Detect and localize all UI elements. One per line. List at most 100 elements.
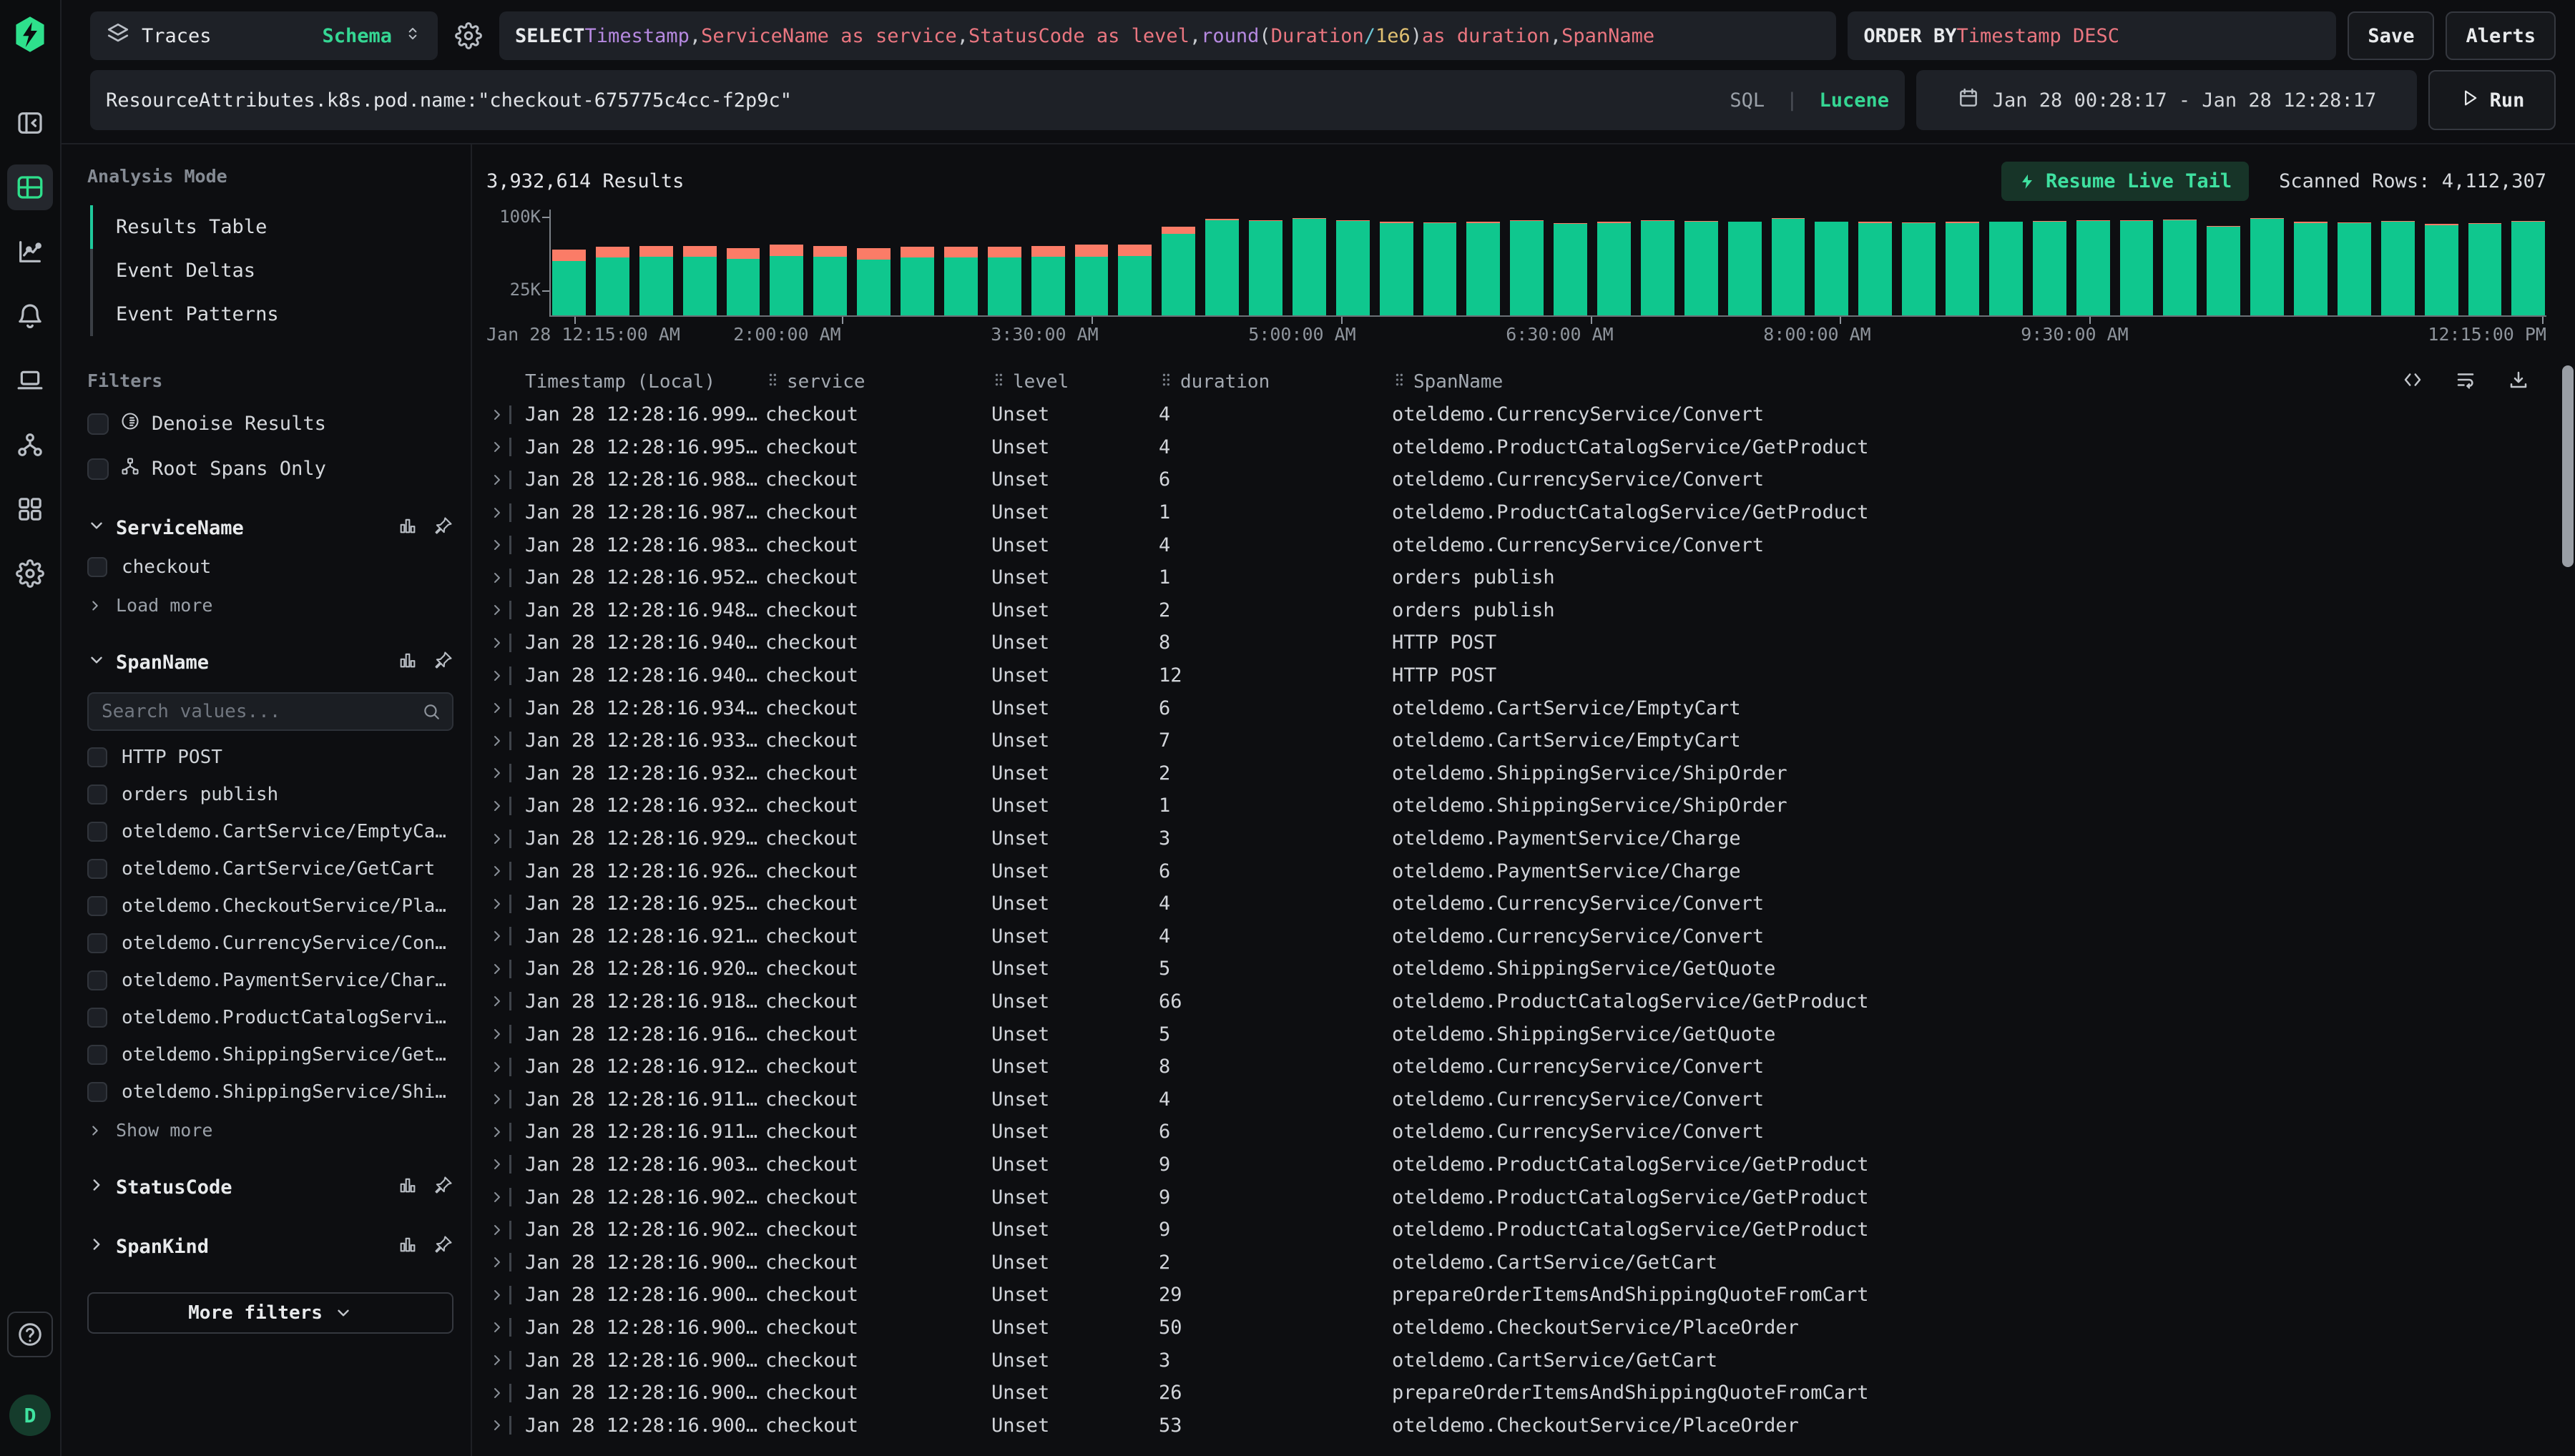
grip-icon[interactable] bbox=[1159, 371, 1173, 393]
date-range-picker[interactable]: Jan 28 00:28:17 - Jan 28 12:28:17 bbox=[1916, 70, 2417, 130]
save-button[interactable]: Save bbox=[2348, 11, 2434, 60]
facet-value-row[interactable]: oteldemo.ShippingService/Shi… bbox=[87, 1081, 453, 1103]
chevron-right-icon[interactable] bbox=[87, 1235, 106, 1259]
expand-row-icon[interactable] bbox=[485, 732, 509, 749]
facet-search[interactable] bbox=[87, 692, 453, 731]
expand-row-icon[interactable] bbox=[485, 1384, 509, 1402]
histogram-bar[interactable] bbox=[2294, 222, 2328, 315]
table-row[interactable]: Jan 28 12:28:16.916 PMcheckoutUnset5otel… bbox=[485, 1018, 2554, 1051]
histogram-bar[interactable] bbox=[1728, 222, 1762, 315]
histogram-bar[interactable] bbox=[1641, 220, 1674, 315]
wrap-lines-icon[interactable] bbox=[2455, 369, 2476, 395]
mode-sql[interactable]: SQL bbox=[1730, 89, 1765, 112]
analysis-mode-item[interactable]: Results Table bbox=[93, 205, 453, 249]
histogram-bar[interactable] bbox=[1118, 245, 1152, 315]
hyperdx-logo[interactable] bbox=[7, 11, 53, 57]
expand-row-icon[interactable] bbox=[485, 1254, 509, 1271]
table-row[interactable]: Jan 28 12:28:16.918 PMcheckoutUnset66ote… bbox=[485, 985, 2554, 1018]
histogram-bar[interactable] bbox=[813, 246, 847, 315]
chevron-right-icon[interactable] bbox=[87, 1176, 106, 1199]
column-chart-icon[interactable] bbox=[398, 650, 418, 675]
checkbox[interactable] bbox=[87, 859, 107, 879]
table-row[interactable]: Jan 28 12:28:16.948 PMcheckoutUnset2orde… bbox=[485, 594, 2554, 627]
load-more-link[interactable]: Load more bbox=[87, 595, 453, 616]
histogram-bar[interactable] bbox=[1858, 222, 1892, 315]
table-row[interactable]: Jan 28 12:28:16.900 PMcheckoutUnset50ote… bbox=[485, 1312, 2554, 1344]
expand-row-icon[interactable] bbox=[485, 1025, 509, 1043]
expand-row-icon[interactable] bbox=[485, 471, 509, 488]
checkbox[interactable] bbox=[87, 557, 107, 577]
expand-row-icon[interactable] bbox=[485, 797, 509, 815]
table-row[interactable]: Jan 28 12:28:16.900 PMcheckoutUnset29pre… bbox=[485, 1279, 2554, 1312]
schema-link[interactable]: Schema bbox=[322, 25, 392, 47]
expand-row-icon[interactable] bbox=[485, 569, 509, 586]
facet-value-row[interactable]: oteldemo.CartService/GetCart bbox=[87, 858, 453, 880]
table-row[interactable]: Jan 28 12:28:16.995 PMcheckoutUnset4otel… bbox=[485, 431, 2554, 464]
histogram-bar[interactable] bbox=[1989, 222, 2023, 315]
expand-row-icon[interactable] bbox=[485, 895, 509, 913]
checkbox[interactable] bbox=[87, 458, 109, 480]
expand-row-icon[interactable] bbox=[485, 1156, 509, 1173]
more-filters-button[interactable]: More filters bbox=[87, 1292, 453, 1334]
checkbox[interactable] bbox=[87, 747, 107, 767]
histogram-bar[interactable] bbox=[1554, 223, 1587, 315]
source-select[interactable]: Traces Schema bbox=[90, 11, 438, 60]
facet-search-input[interactable] bbox=[100, 700, 413, 723]
histogram-bar[interactable] bbox=[2338, 222, 2371, 315]
histogram-bar[interactable] bbox=[944, 247, 978, 315]
checkbox[interactable] bbox=[87, 933, 107, 953]
histogram-bar[interactable] bbox=[1902, 222, 1936, 315]
expand-row-icon[interactable] bbox=[485, 830, 509, 847]
checkbox[interactable] bbox=[87, 784, 107, 805]
table-row[interactable]: Jan 28 12:28:16.902 PMcheckoutUnset9otel… bbox=[485, 1214, 2554, 1246]
column-chart-icon[interactable] bbox=[398, 1175, 418, 1200]
histogram-bar[interactable] bbox=[2120, 220, 2154, 315]
facet-header[interactable]: SpanKind bbox=[87, 1234, 453, 1259]
grip-icon[interactable] bbox=[991, 371, 1006, 393]
table-row[interactable]: Jan 28 12:28:16.987 PMcheckoutUnset1otel… bbox=[485, 496, 2554, 529]
table-row[interactable]: Jan 28 12:28:16.911 PMcheckoutUnset6otel… bbox=[485, 1116, 2554, 1148]
facet-value-row[interactable]: orders publish bbox=[87, 784, 453, 805]
expand-row-icon[interactable] bbox=[485, 1189, 509, 1206]
histogram-bar[interactable] bbox=[1075, 245, 1109, 315]
histogram-bar[interactable] bbox=[683, 246, 717, 315]
facet-header[interactable]: StatusCode bbox=[87, 1175, 453, 1200]
expand-row-icon[interactable] bbox=[485, 1287, 509, 1304]
expand-row-icon[interactable] bbox=[485, 960, 509, 978]
facet-value-row[interactable]: oteldemo.CurrencyService/Con… bbox=[87, 933, 453, 954]
checkbox[interactable] bbox=[87, 413, 109, 435]
facet-value-row[interactable]: oteldemo.CartService/EmptyCa… bbox=[87, 821, 453, 842]
resume-live-tail-button[interactable]: Resume Live Tail bbox=[2001, 162, 2249, 201]
expand-row-icon[interactable] bbox=[485, 536, 509, 554]
pin-icon[interactable] bbox=[433, 516, 453, 541]
expand-row-icon[interactable] bbox=[485, 438, 509, 456]
column-header-service[interactable]: service bbox=[765, 371, 991, 393]
table-row[interactable]: Jan 28 12:28:16.921 PMcheckoutUnset4otel… bbox=[485, 920, 2554, 953]
table-row[interactable]: Jan 28 12:28:16.940 PMcheckoutUnset8HTTP… bbox=[485, 626, 2554, 659]
expand-row-icon[interactable] bbox=[485, 1221, 509, 1239]
table-row[interactable]: Jan 28 12:28:16.934 PMcheckoutUnset6otel… bbox=[485, 692, 2554, 724]
histogram-bar[interactable] bbox=[2076, 220, 2110, 315]
table-row[interactable]: Jan 28 12:28:16.929 PMcheckoutUnset3otel… bbox=[485, 822, 2554, 855]
histogram-bar[interactable] bbox=[988, 247, 1021, 315]
expand-row-icon[interactable] bbox=[485, 1091, 509, 1108]
pin-icon[interactable] bbox=[433, 1234, 453, 1259]
column-chart-icon[interactable] bbox=[398, 1234, 418, 1259]
histogram-bar[interactable] bbox=[727, 248, 760, 316]
select-clause-input[interactable]: SELECT Timestamp, ServiceName as service… bbox=[499, 11, 1836, 60]
nav-alerts-bell-icon[interactable] bbox=[7, 293, 53, 339]
table-row[interactable]: Jan 28 12:28:16.925 PMcheckoutUnset4otel… bbox=[485, 887, 2554, 920]
histogram-bar[interactable] bbox=[1815, 222, 1848, 315]
expand-row-icon[interactable] bbox=[485, 634, 509, 651]
histogram-bar[interactable] bbox=[1205, 219, 1239, 315]
histogram-bar[interactable] bbox=[1510, 220, 1544, 315]
nav-settings-gear-icon[interactable] bbox=[7, 551, 53, 596]
expand-row-icon[interactable] bbox=[485, 406, 509, 423]
pin-icon[interactable] bbox=[433, 1175, 453, 1200]
facet-value-row[interactable]: oteldemo.ProductCatalogServi… bbox=[87, 1007, 453, 1028]
histogram-bar[interactable] bbox=[639, 246, 673, 315]
grip-icon[interactable] bbox=[765, 371, 780, 393]
table-row[interactable]: Jan 28 12:28:16.933 PMcheckoutUnset7otel… bbox=[485, 724, 2554, 757]
checkbox[interactable] bbox=[87, 970, 107, 990]
download-icon[interactable] bbox=[2508, 369, 2529, 395]
